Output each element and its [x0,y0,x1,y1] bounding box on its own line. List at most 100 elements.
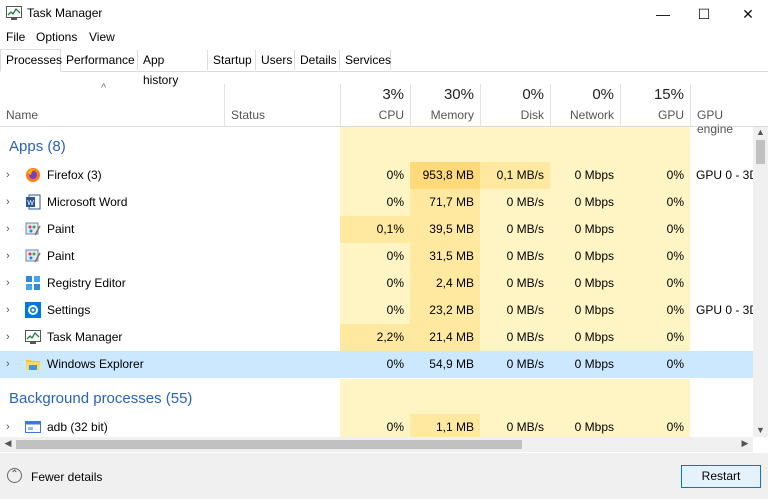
header-name[interactable]: Name [0,84,224,126]
disk-cell: 0 MB/s [480,243,550,270]
process-name: Registry Editor [47,276,126,290]
tab-details[interactable]: Details [295,50,340,70]
expand-chevron-icon[interactable]: › [6,270,14,289]
network-cell: 0 Mbps [550,216,620,243]
process-row[interactable]: › Registry Editor 0% 2,4 MB 0 MB/s 0 Mbps 0% [0,270,753,297]
network-cell: 0 Mbps [574,357,614,371]
adb-icon [25,419,41,435]
process-row[interactable]: › Firefox (3) 0% 953,8 MB 0,1 MB/s 0 Mbps 0% GP… [0,162,758,189]
scroll-up-icon[interactable]: ▲ [753,127,768,139]
svg-text:W: W [27,200,34,207]
network-cell: 0 Mbps [550,189,620,216]
tab-startup[interactable]: Startup [208,50,256,70]
fewer-details-icon[interactable]: ⌃ [7,468,22,483]
memory-cell: 2,4 MB [410,270,480,297]
memory-cell: 23,2 MB [410,297,480,324]
gpu-engine-cell: GPU 0 - 3D [696,303,759,317]
process-row[interactable]: › Windows Explorer 0% 54,9 MB 0 MB/s 0 Mbps 0% [0,351,753,378]
expand-chevron-icon[interactable]: › [6,351,14,370]
disk-cell: 0 MB/s [506,357,544,371]
paint-icon [25,248,41,264]
process-row[interactable]: › Paint 0% 31,5 MB 0 MB/s 0 Mbps 0% [0,243,753,270]
tab-processes[interactable]: Processes [0,49,62,72]
scroll-right-icon[interactable]: ▶ [739,438,751,449]
vertical-scrollbar[interactable] [753,127,768,437]
footer [0,453,768,499]
process-row[interactable]: › Settings 0% 23,2 MB 0 MB/s 0 Mbps 0% GPU 0 - … [0,297,758,324]
gpu-cell: 0% [620,324,690,351]
apps-section-heat [340,127,690,163]
fewer-details-link[interactable]: Fewer details [31,470,102,484]
process-name: Task Manager [47,330,123,344]
cpu-cell: 0% [340,270,410,297]
disk-cell: 0 MB/s [480,270,550,297]
settings-icon [25,302,41,318]
disk-cell: 0 MB/s [480,189,550,216]
menu-file[interactable]: File [6,30,25,44]
background-section-title[interactable]: Background processes (55) [9,390,192,407]
expand-chevron-icon[interactable]: › [6,324,14,343]
gpu-cell: 0% [666,357,684,371]
disk-cell: 0 MB/s [480,324,550,351]
apps-section-title[interactable]: Apps (8) [9,138,66,155]
background-section-heat [340,379,690,415]
menu-bar [0,28,768,48]
expand-chevron-icon[interactable]: › [6,414,14,433]
process-row[interactable]: › W Microsoft Word 0% 71,7 MB 0 MB/s 0 Mbps 0% [0,189,753,216]
gpu-cell: 0% [620,216,690,243]
network-cell: 0 Mbps [550,324,620,351]
close-button[interactable]: ✕ [725,0,768,28]
header-disk[interactable]: 0% Disk [480,84,550,126]
tab-app-history[interactable]: App history [138,50,208,87]
memory-cell: 953,8 MB [410,162,480,189]
header-gpu-engine[interactable]: GPU engine [690,84,753,136]
word-icon: W [25,194,41,210]
expand-chevron-icon[interactable]: › [6,162,14,181]
process-name: Paint [47,222,75,236]
header-status[interactable]: Status [224,84,340,126]
scroll-left-icon[interactable]: ◀ [2,438,14,449]
memory-cell: 71,7 MB [410,189,480,216]
minimize-button[interactable]: — [640,0,686,28]
gpu-cell: 0% [620,243,690,270]
scroll-down-icon[interactable]: ▼ [753,425,768,437]
cpu-cell: 0% [340,297,410,324]
process-row[interactable]: › Paint 0,1% 39,5 MB 0 MB/s 0 Mbps 0% [0,216,753,243]
header-network[interactable]: 0% Network [550,84,620,126]
task-manager-icon [25,329,41,345]
header-memory[interactable]: 30% Memory [410,84,480,126]
expand-chevron-icon[interactable]: › [6,189,14,208]
network-cell: 0 Mbps [550,297,620,324]
network-cell: 0 Mbps [550,162,620,189]
process-name: Windows Explorer [47,357,144,371]
window-title: Task Manager [27,6,103,20]
expand-chevron-icon[interactable]: › [6,216,14,235]
tab-services[interactable]: Services [340,50,391,70]
menu-view[interactable]: View [89,30,115,44]
cpu-cell: 0% [340,162,410,189]
header-cpu[interactable]: 3% CPU [340,84,410,126]
restart-button[interactable]: Restart [681,465,761,488]
expand-chevron-icon[interactable]: › [6,297,14,316]
cpu-cell: 0% [340,189,410,216]
horizontal-scroll-thumb[interactable] [16,440,522,449]
gpu-cell: 0% [620,270,690,297]
vertical-scroll-thumb[interactable] [756,140,765,164]
registry-editor-icon [25,275,41,291]
memory-cell: 54,9 MB [429,357,474,371]
tab-users[interactable]: Users [256,50,295,70]
tab-performance[interactable]: Performance [61,50,138,70]
cpu-cell: 0% [386,357,404,371]
gpu-engine-cell: GPU 0 - 3D [696,168,759,182]
cpu-cell: 0,1% [340,216,410,243]
process-row[interactable]: › Task Manager 2,2% 21,4 MB 0 MB/s 0 Mbps 0% [0,324,753,351]
process-name: Paint [47,249,75,263]
menu-options[interactable]: Options [36,30,77,44]
header-gpu[interactable]: 15% GPU [620,84,690,126]
paint-icon [25,221,41,237]
firefox-icon [25,167,41,183]
network-cell: 0 Mbps [550,243,620,270]
network-cell: 0 Mbps [550,270,620,297]
expand-chevron-icon[interactable]: › [6,243,14,262]
maximize-button[interactable]: ☐ [681,0,727,28]
